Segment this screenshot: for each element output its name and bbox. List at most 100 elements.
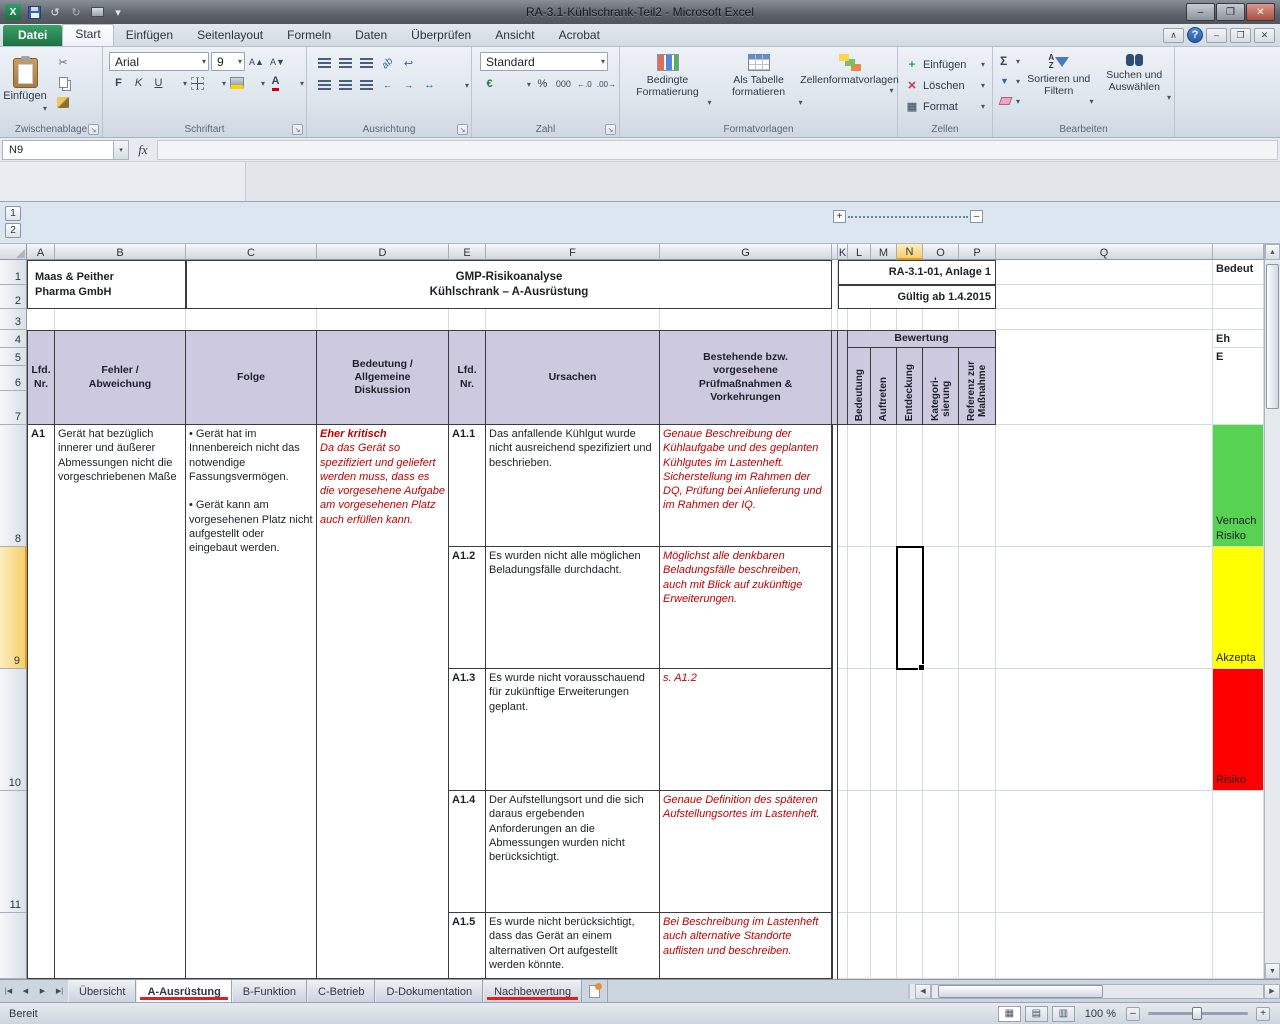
- wrap-text-button[interactable]: ↩: [399, 54, 418, 72]
- column-header-o[interactable]: O: [923, 244, 959, 260]
- column-header-a[interactable]: A: [27, 244, 55, 260]
- help-icon[interactable]: ?: [1187, 27, 1203, 43]
- comma-style-button[interactable]: 000: [554, 75, 573, 93]
- cell-valid-from[interactable]: Gültig ab 1.4.2015: [838, 285, 996, 309]
- undo-button[interactable]: ↺: [46, 4, 64, 21]
- cell[interactable]: [838, 913, 848, 979]
- name-box[interactable]: N9: [2, 140, 114, 160]
- cell[interactable]: [923, 425, 959, 547]
- scroll-right-icon[interactable]: ▶: [1264, 984, 1280, 999]
- underline-dropdown-icon[interactable]: ▾: [180, 79, 187, 88]
- column-header-e[interactable]: E: [449, 244, 486, 260]
- header-rot-kategorisierung[interactable]: Kategori- sierung: [923, 348, 959, 425]
- cell-a1-4-massnahme[interactable]: Genaue Definition des späteren Aufstellu…: [660, 791, 832, 913]
- insert-worksheet-tab[interactable]: [582, 980, 608, 1002]
- fill-button[interactable]: ▼▾: [999, 72, 1021, 90]
- paste-button[interactable]: Einfügen ▾: [2, 49, 48, 122]
- outline-collapse-button[interactable]: –: [970, 210, 983, 223]
- cell[interactable]: [871, 547, 897, 669]
- horizontal-scroll-thumb[interactable]: [938, 985, 1103, 998]
- minimize-button[interactable]: –: [1186, 3, 1215, 21]
- header-bewertung[interactable]: Bewertung: [848, 330, 996, 348]
- cell-clipped-bedeutung[interactable]: Bedeut: [1213, 260, 1264, 285]
- cell[interactable]: [1213, 285, 1264, 309]
- align-right-button[interactable]: [357, 76, 376, 94]
- sheet-tab-d-dokumentation[interactable]: D-Dokumentation: [375, 980, 483, 1002]
- row-header-11[interactable]: 11: [0, 791, 27, 913]
- sheet-tab-c-betrieb[interactable]: C-Betrieb: [307, 980, 375, 1002]
- cell[interactable]: [996, 913, 1213, 979]
- cell-clipped-e[interactable]: E: [1213, 348, 1264, 425]
- font-color-dropdown-icon[interactable]: ▾: [297, 79, 304, 88]
- font-color-button[interactable]: A: [266, 74, 285, 92]
- column-header-b[interactable]: B: [55, 244, 186, 260]
- page-layout-view-button[interactable]: ▤: [1025, 1006, 1048, 1022]
- cell[interactable]: [959, 425, 996, 547]
- increase-indent-button[interactable]: →: [399, 76, 418, 94]
- cell-a1-3-id[interactable]: A1.3: [449, 669, 486, 791]
- dialog-launcher-icon[interactable]: ↘: [292, 124, 303, 135]
- row-header-5[interactable]: 5: [0, 348, 27, 366]
- cell[interactable]: [848, 309, 871, 330]
- shrink-font-button[interactable]: A▼: [268, 53, 287, 71]
- column-header-g[interactable]: G: [660, 244, 832, 260]
- tab-datei[interactable]: Datei: [3, 25, 62, 46]
- zoom-in-button[interactable]: +: [1256, 1007, 1270, 1021]
- cell[interactable]: [838, 425, 848, 547]
- header-folge[interactable]: Folge: [186, 330, 317, 425]
- zoom-out-button[interactable]: –: [1126, 1007, 1140, 1021]
- header-bedeutung[interactable]: Bedeutung / Allgemeine Diskussion: [317, 330, 449, 425]
- risk-legend-red[interactable]: Risiko: [1213, 669, 1264, 791]
- align-middle-button[interactable]: [336, 54, 355, 72]
- decrease-decimal-button[interactable]: .00→: [596, 75, 617, 93]
- column-header-l[interactable]: L: [848, 244, 871, 260]
- format-painter-button[interactable]: [52, 93, 74, 111]
- cell-a1-1-id[interactable]: A1.1: [449, 425, 486, 547]
- cell[interactable]: [871, 425, 897, 547]
- cell[interactable]: [848, 547, 871, 669]
- tab-split-handle[interactable]: [908, 984, 915, 999]
- grow-font-button[interactable]: A▲: [247, 53, 266, 71]
- cell[interactable]: [923, 913, 959, 979]
- cell[interactable]: [996, 547, 1213, 669]
- align-center-button[interactable]: [336, 76, 355, 94]
- column-header-n[interactable]: N: [897, 244, 923, 260]
- cell-doc-title[interactable]: GMP-Risikoanalyse Kühlschrank – A-Ausrüs…: [186, 260, 832, 309]
- scroll-left-icon[interactable]: ◀: [915, 984, 931, 999]
- cell[interactable]: [923, 669, 959, 791]
- column-header-r-clipped[interactable]: [1213, 244, 1264, 260]
- tab-daten[interactable]: Daten: [343, 25, 399, 46]
- align-left-button[interactable]: [315, 76, 334, 94]
- horizontal-scrollbar[interactable]: ◀ ▶: [908, 980, 1280, 1002]
- normal-view-button[interactable]: ▦: [998, 1006, 1021, 1022]
- risk-legend-green[interactable]: Vernach Risiko: [1213, 425, 1264, 547]
- column-header-q[interactable]: Q: [996, 244, 1213, 260]
- save-button[interactable]: [25, 4, 43, 21]
- cell-a1-2-id[interactable]: A1.2: [449, 547, 486, 669]
- sort-filter-button[interactable]: AZ Sortieren und Filtern ▾: [1023, 49, 1095, 122]
- header-rot-auftreten[interactable]: Auftreten: [871, 348, 897, 425]
- cell-clipped-eh[interactable]: Eh: [1213, 330, 1264, 348]
- cell-a1-5-massnahme[interactable]: Bei Beschreibung im Lastenheft auch alte…: [660, 913, 832, 979]
- cell[interactable]: [838, 669, 848, 791]
- header-rot-entdeckung[interactable]: Entdeckung: [897, 348, 923, 425]
- cell-failure-folge[interactable]: • Gerät hat im Innenbereich nicht das no…: [186, 425, 317, 979]
- column-header-k[interactable]: K: [838, 244, 848, 260]
- cell[interactable]: [923, 547, 959, 669]
- minimize-ribbon-icon[interactable]: ∧: [1163, 28, 1184, 43]
- cell-a1-1-massnahme[interactable]: Genaue Beschreibung der Kühlaufgabe und …: [660, 425, 832, 547]
- cell[interactable]: [1213, 913, 1264, 979]
- accounting-format-button[interactable]: €: [480, 75, 499, 93]
- header-rot-bedeutung[interactable]: Bedeutung: [848, 348, 871, 425]
- cell[interactable]: [996, 309, 1213, 330]
- clear-button[interactable]: ▾: [999, 92, 1021, 110]
- cell[interactable]: [871, 669, 897, 791]
- workbook-close-button[interactable]: ✕: [1254, 28, 1275, 43]
- header-lfd-nr[interactable]: Lfd. Nr.: [27, 330, 55, 425]
- tab-einfuegen[interactable]: Einfügen: [114, 25, 185, 46]
- cell[interactable]: [1213, 309, 1264, 330]
- first-sheet-button[interactable]: |◀: [0, 980, 17, 1002]
- header-fehler[interactable]: Fehler / Abweichung: [55, 330, 186, 425]
- cell[interactable]: [848, 425, 871, 547]
- outline-level-1-button[interactable]: 1: [5, 206, 21, 221]
